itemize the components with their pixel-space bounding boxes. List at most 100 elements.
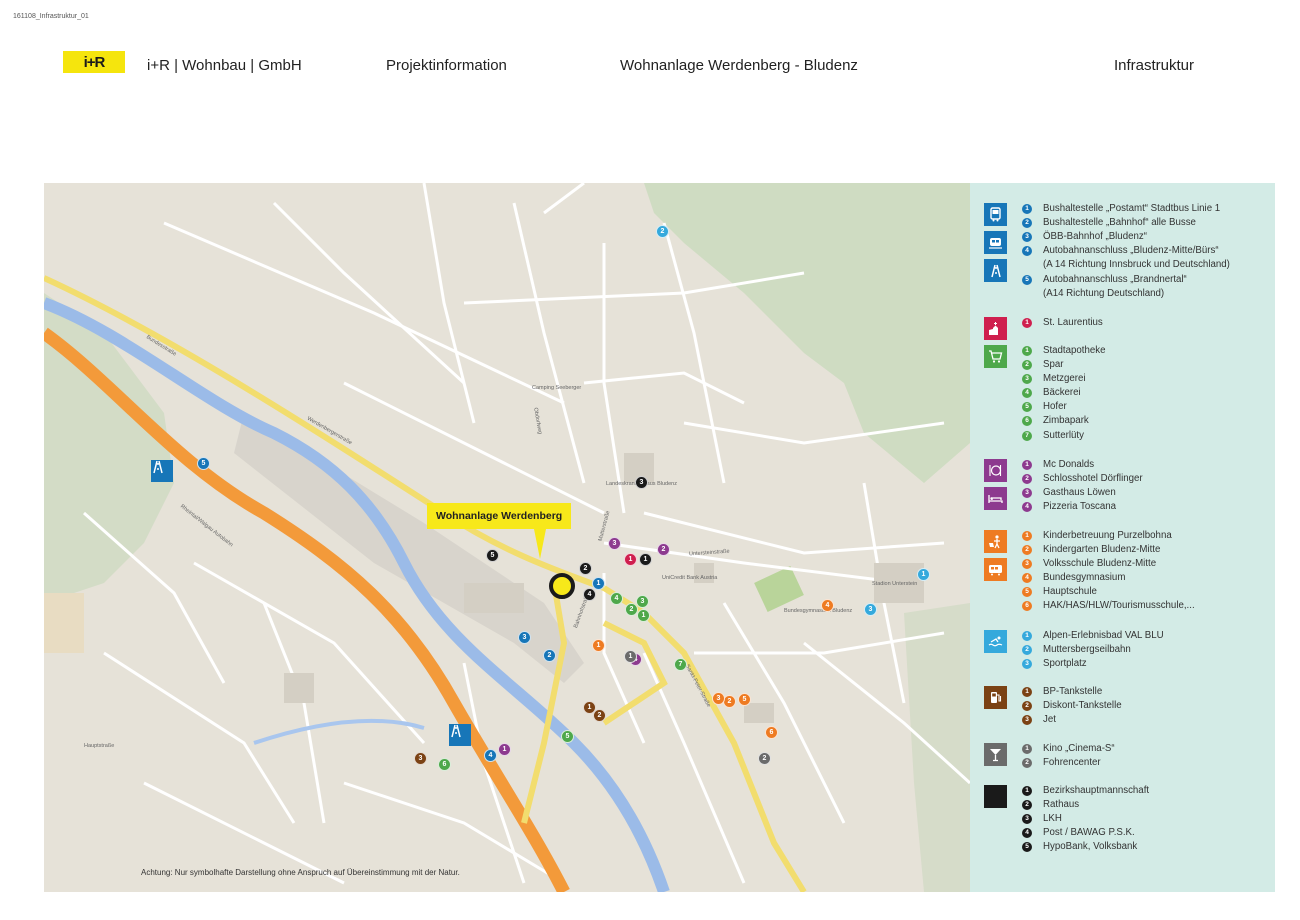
map-base — [44, 183, 970, 892]
legend-label: Rathaus — [1043, 799, 1080, 810]
legend-item-transport-3: 3 ÖBB-Bahnhof „Bludenz“ — [1022, 230, 1147, 244]
map-label-stadion: Stadion Unterstein — [872, 581, 918, 587]
motorway-icon — [984, 259, 1007, 282]
legend-label: St. Laurentius — [1043, 317, 1103, 328]
poi-marker-leisure-2[interactable]: 2 — [758, 752, 771, 765]
legend-item-public-4: 4 Post / BAWAG P.S.K. — [1022, 826, 1135, 840]
legend-number: 3 — [1022, 715, 1032, 725]
legend-label: Sutterlüty — [1043, 430, 1084, 441]
sports-field — [754, 566, 804, 612]
legend-number: 2 — [1022, 474, 1032, 484]
poi-marker-sport-3[interactable]: 3 — [864, 603, 877, 616]
legend-label: Autobahnanschluss „Bludenz-Mitte/Bürs“ — [1043, 245, 1219, 256]
forest-area-southeast — [904, 603, 970, 892]
church-icon — [984, 317, 1007, 340]
legend-label: Pizzeria Toscana — [1043, 501, 1117, 512]
motorway-exit-brandnertal-icon[interactable] — [151, 460, 173, 482]
poi-marker-church-1[interactable]: 1 — [624, 553, 637, 566]
poi-marker-education-6[interactable]: 6 — [765, 726, 778, 739]
poi-marker-transport-4[interactable]: 4 — [484, 749, 497, 762]
legend-label: Hauptschule — [1043, 586, 1097, 597]
legend-item-shopping-3: 3 Metzgerei — [1022, 372, 1086, 386]
legend-number: 2 — [1022, 758, 1032, 768]
legend-label: Bushaltestelle „Postamt“ Stadtbus Linie … — [1043, 203, 1221, 214]
poi-marker-fuel-3[interactable]: 3 — [414, 752, 427, 765]
legend-item-transport-5: 5 Autobahnanschluss „Brandnertal“ (A14 Ric… — [1022, 273, 1187, 301]
cocktail-icon — [984, 743, 1007, 766]
legend-item-shopping-2: 2 Spar — [1022, 358, 1063, 372]
legend-item-public-5: 5 HypoBank, Volksbank — [1022, 840, 1137, 854]
poi-marker-food-1[interactable]: 1 — [498, 743, 511, 756]
poi-marker-shopping-5[interactable]: 5 — [561, 730, 574, 743]
legend-number: 2 — [1022, 218, 1032, 228]
legend-item-sport-1: 1 Alpen-Erlebnisbad VAL BLU — [1022, 629, 1164, 643]
legend-label: Diskont-Tankstelle — [1043, 700, 1122, 711]
map-label-unicredit: UniCredit Bank Austria — [662, 575, 718, 581]
legend-label: Volksschule Bludenz-Mitte — [1043, 558, 1157, 569]
project-location-marker[interactable] — [549, 573, 575, 599]
poi-marker-shopping-7[interactable]: 7 — [674, 658, 687, 671]
legend-label: Gasthaus Löwen — [1043, 487, 1116, 498]
legend-item-shopping-7: 7 Sutterlüty — [1022, 429, 1084, 443]
legend-item-shopping-6: 6 Zimbapark — [1022, 414, 1089, 428]
poi-marker-public-1[interactable]: 1 — [639, 553, 652, 566]
poi-marker-sport-2[interactable]: 2 — [656, 225, 669, 238]
legend-item-transport-1: 1 Bushaltestelle „Postamt“ Stadtbus Linie… — [1022, 202, 1220, 216]
legend-item-sport-3: 3 Sportplatz — [1022, 657, 1087, 671]
legend-item-food-4: 4 Pizzeria Toscana — [1022, 500, 1116, 514]
motorway-exit-bludenz-mitte-icon[interactable] — [449, 724, 471, 746]
poi-marker-leisure-1[interactable]: 1 — [624, 650, 637, 663]
project-callout-pointer — [534, 529, 546, 559]
legend-number: 1 — [1022, 346, 1032, 356]
legend-item-shopping-4: 4 Bäckerei — [1022, 386, 1081, 400]
poi-marker-transport-5[interactable]: 5 — [197, 457, 210, 470]
legend-number: 4 — [1022, 573, 1032, 583]
legend-number: 2 — [1022, 701, 1032, 711]
poi-marker-shopping-1[interactable]: 1 — [637, 609, 650, 622]
poi-marker-public-2[interactable]: 2 — [579, 562, 592, 575]
poi-marker-transport-2[interactable]: 2 — [543, 649, 556, 662]
legend-item-education-4: 4 Bundesgymnasium — [1022, 571, 1125, 585]
legend-number: 1 — [1022, 631, 1032, 641]
poi-marker-shopping-4[interactable]: 4 — [610, 592, 623, 605]
fuel-pump-icon — [984, 686, 1007, 709]
poi-marker-food-2[interactable]: 2 — [657, 543, 670, 556]
poi-marker-public-5[interactable]: 5 — [486, 549, 499, 562]
legend-label: Bäckerei — [1043, 387, 1081, 398]
poi-marker-transport-1[interactable]: 1 — [592, 577, 605, 590]
legend-number: 2 — [1022, 800, 1032, 810]
poi-marker-transport-3[interactable]: 3 — [518, 631, 531, 644]
legend-item-shopping-1: 1 Stadtapotheke — [1022, 344, 1105, 358]
legend-label: Hofer — [1043, 401, 1067, 412]
legend-item-food-3: 3 Gasthaus Löwen — [1022, 486, 1116, 500]
legend-item-education-3: 3 Volksschule Bludenz-Mitte — [1022, 557, 1156, 571]
legend-item-church-1: 1 St. Laurentius — [1022, 316, 1103, 330]
poi-marker-shopping-6[interactable]: 6 — [438, 758, 451, 771]
poi-marker-public-3[interactable]: 3 — [635, 476, 648, 489]
poi-marker-shopping-3[interactable]: 3 — [636, 595, 649, 608]
poi-marker-sport-1[interactable]: 1 — [917, 568, 930, 581]
legend-number: 6 — [1022, 416, 1032, 426]
poi-marker-public-4[interactable]: 4 — [583, 588, 596, 601]
map-label-hauptstrasse: Hauptstraße — [84, 743, 115, 749]
poi-marker-education-3[interactable]: 3 — [712, 692, 725, 705]
legend-item-sport-2: 2 Muttersbergseilbahn — [1022, 643, 1131, 657]
poi-marker-education-5[interactable]: 5 — [738, 693, 751, 706]
legend-number: 7 — [1022, 431, 1032, 441]
poi-marker-fuel-2[interactable]: 2 — [593, 709, 606, 722]
legend-number: 1 — [1022, 318, 1032, 328]
topic-title: Infrastruktur — [1114, 57, 1195, 74]
legend-label: Zimbapark — [1043, 415, 1089, 426]
legend-label: Bundesgymnasium — [1043, 572, 1126, 583]
legend-label: Schlosshotel Dörflinger — [1043, 473, 1143, 484]
poi-marker-education-4[interactable]: 4 — [821, 599, 834, 612]
legend-number: 5 — [1022, 275, 1032, 285]
legend-panel: 1 Bushaltestelle „Postamt“ Stadtbus Linie… — [970, 183, 1275, 892]
poi-marker-food-3[interactable]: 3 — [608, 537, 621, 550]
map[interactable]: Bundesstraße Werdenbergerstraße Rheintal… — [44, 183, 970, 892]
legend-label: Alpen-Erlebnisbad VAL BLU — [1043, 630, 1164, 641]
legend-label: HAK/HAS/HLW/Tourismusschule,... — [1043, 600, 1195, 611]
legend-label: Bezirkshauptmannschaft — [1043, 785, 1150, 796]
poi-marker-education-1[interactable]: 1 — [592, 639, 605, 652]
legend-item-education-5: 5 Hauptschule — [1022, 585, 1097, 599]
